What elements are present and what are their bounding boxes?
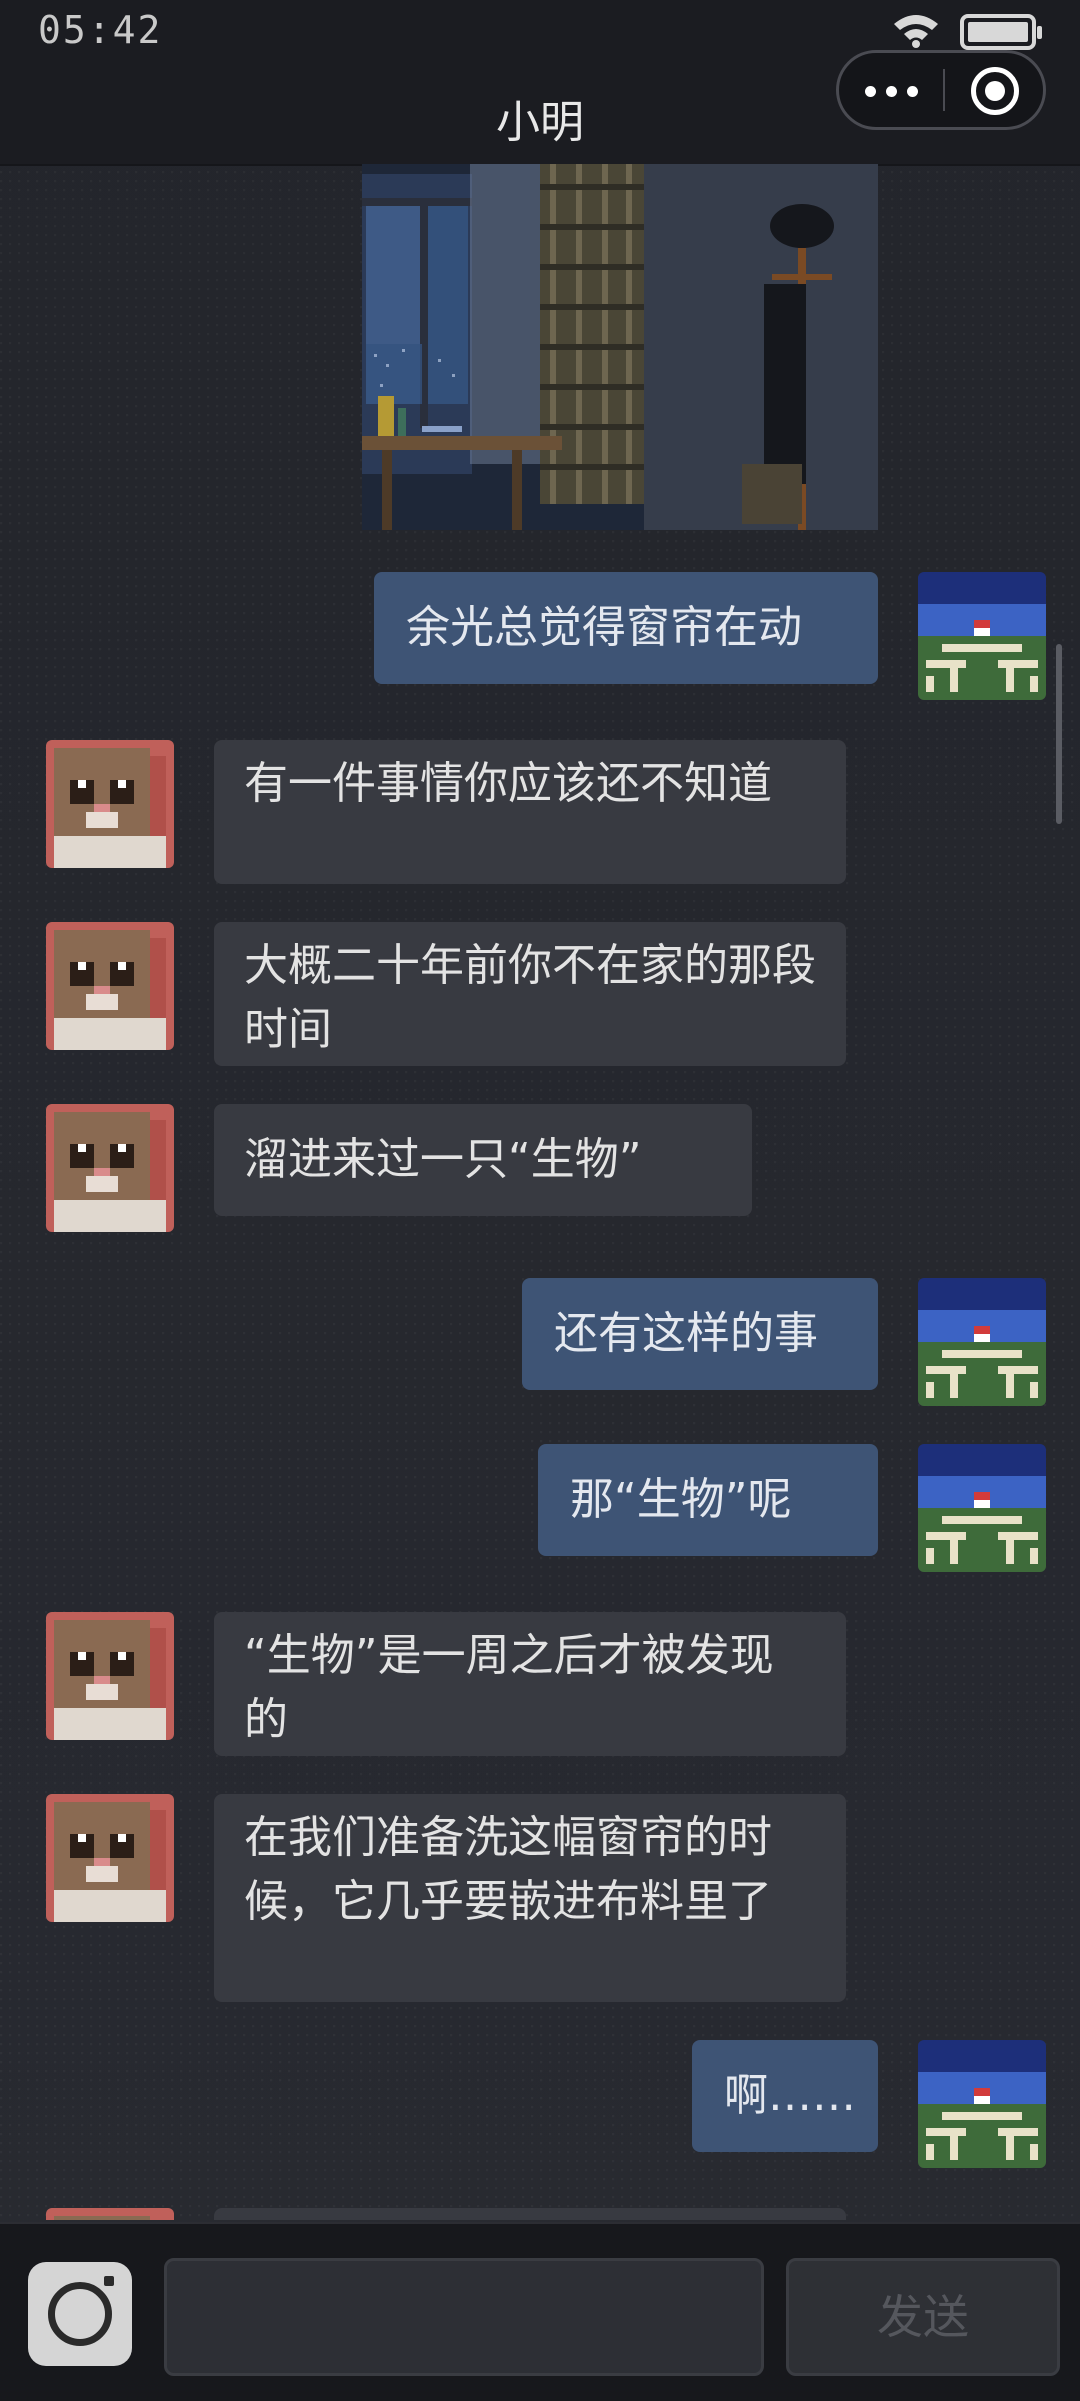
self-avatar[interactable]: [918, 1278, 1046, 1406]
contact-avatar[interactable]: [46, 2208, 174, 2220]
wifi-icon: [894, 15, 938, 48]
message-bubble[interactable]: 还有这样的事: [522, 1278, 878, 1390]
more-icon[interactable]: [865, 76, 919, 106]
message-bubble-partial[interactable]: [214, 2208, 846, 2220]
message-bubble[interactable]: 有一件事情你应该还不知道: [214, 740, 846, 884]
chat-scrollbar[interactable]: [1056, 644, 1062, 824]
camera-flash-dot: [104, 2276, 114, 2286]
battery-icon: [960, 14, 1042, 50]
camera-button[interactable]: [28, 2262, 132, 2366]
battery-level: [968, 22, 1028, 42]
message-bubble[interactable]: 余光总觉得窗帘在动: [374, 572, 878, 684]
contact-avatar[interactable]: [46, 1104, 174, 1232]
message-bubble[interactable]: 啊……: [692, 2040, 878, 2152]
curtain-photo[interactable]: [362, 164, 878, 530]
message-bubble[interactable]: 那“生物”呢: [538, 1444, 878, 1556]
message-bubble[interactable]: 在我们准备洗这幅窗帘的时候，它几乎要嵌进布料里了: [214, 1794, 846, 2002]
chat-screen: 05:42 小明 余光总觉得窗帘在动 有一件事情你应该还不知道 大概二十年前你不…: [0, 0, 1080, 2401]
input-bar: 发送: [0, 2222, 1080, 2401]
capsule-divider: [943, 69, 945, 111]
self-avatar[interactable]: [918, 2040, 1046, 2168]
send-button[interactable]: 发送: [786, 2258, 1060, 2376]
contact-avatar[interactable]: [46, 740, 174, 868]
mini-program-capsule: [836, 50, 1046, 130]
self-avatar[interactable]: [918, 1444, 1046, 1572]
contact-avatar[interactable]: [46, 1612, 174, 1740]
contact-avatar[interactable]: [46, 922, 174, 1050]
self-avatar[interactable]: [918, 572, 1046, 700]
target-close-icon[interactable]: [971, 67, 1019, 115]
camera-icon: [48, 2282, 112, 2346]
message-bubble[interactable]: 大概二十年前你不在家的那段时间: [214, 922, 846, 1066]
contact-avatar[interactable]: [46, 1794, 174, 1922]
chat-message-list[interactable]: 余光总觉得窗帘在动 有一件事情你应该还不知道 大概二十年前你不在家的那段时间 溜…: [0, 164, 1080, 2220]
message-input[interactable]: [164, 2258, 764, 2376]
message-bubble[interactable]: 溜进来过一只“生物”: [214, 1104, 752, 1216]
status-time: 05:42: [38, 8, 163, 52]
message-bubble[interactable]: “生物”是一周之后才被发现的: [214, 1612, 846, 1756]
